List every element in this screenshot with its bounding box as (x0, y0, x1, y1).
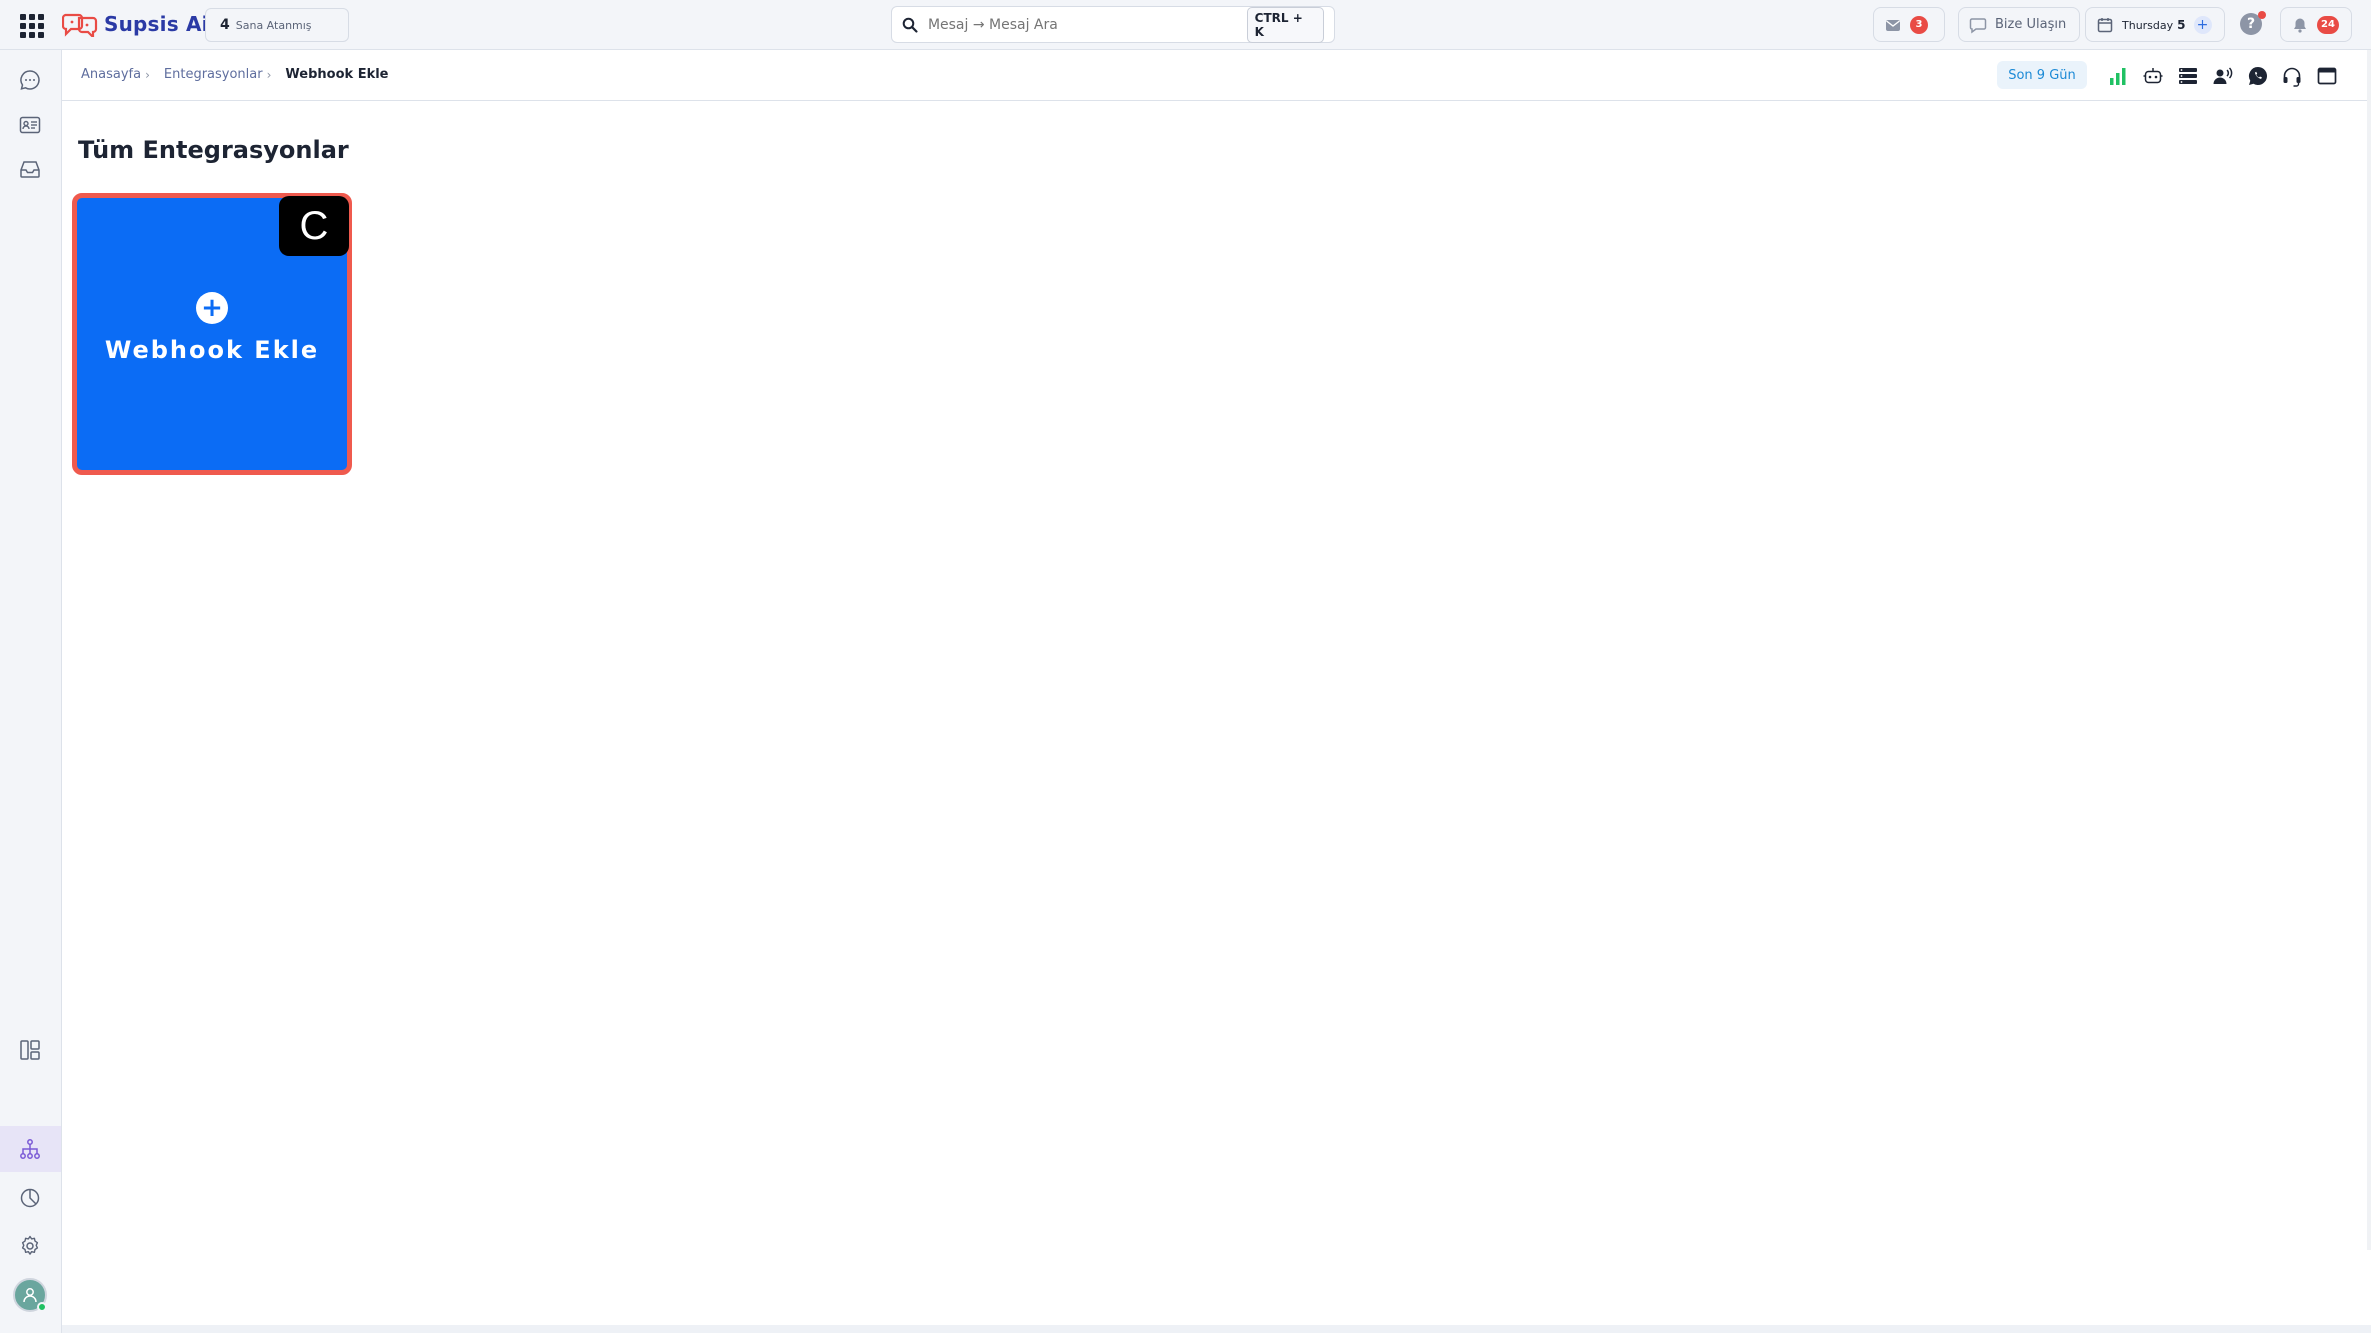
headset-icon (2283, 67, 2301, 87)
bot-button[interactable] (2140, 63, 2166, 89)
messages-button[interactable]: 3 (1873, 7, 1945, 42)
date-range-button[interactable]: Son 9 Gün (1997, 61, 2087, 89)
breadcrumb-home[interactable]: Anasayfa (81, 67, 141, 82)
main-content: Anasayfa › Entegrasyonlar › Webhook Ekle… (62, 50, 2371, 1325)
contact-us-label: Bize Ulaşın (1995, 17, 2067, 32)
top-bar: Supsis Ai 4 Sana Atanmış CTRL + K 3 Bize… (0, 0, 2371, 50)
dashboard-icon (20, 1040, 40, 1060)
window-button[interactable] (2314, 63, 2340, 89)
breadcrumb-separator: › (266, 67, 272, 82)
date-label: Thursday 5 (2122, 18, 2186, 32)
sidebar-item-logout[interactable] (15, 1328, 45, 1333)
inbox-icon (20, 161, 40, 178)
breadcrumb-integrations[interactable]: Entegrasyonlar (164, 67, 263, 82)
user-icon (23, 1288, 37, 1303)
user-speaking-icon (2213, 67, 2233, 84)
chat-bubble-icon (1969, 17, 1987, 33)
window-icon (2317, 67, 2337, 85)
assigned-to-me-button[interactable]: 4 Sana Atanmış (205, 8, 349, 42)
help-button[interactable]: ? (2240, 11, 2266, 37)
page-title: Tüm Entegrasyonlar (78, 136, 349, 164)
sidebar-item-settings[interactable] (15, 1231, 45, 1261)
stats-button[interactable] (2105, 63, 2131, 89)
add-webhook-card[interactable]: + Webhook Ekle C (72, 193, 352, 475)
notifications-button[interactable]: 24 (2280, 7, 2352, 42)
user-avatar[interactable] (13, 1278, 47, 1312)
mail-icon (1886, 19, 1900, 31)
contact-card-icon (19, 116, 41, 134)
bottom-strip (62, 1325, 2371, 1333)
sitemap-icon (20, 1139, 40, 1159)
bar-chart-icon (2110, 68, 2126, 85)
assigned-label: Sana Atanmış (235, 18, 312, 32)
logo-icon (62, 13, 98, 37)
sidebar-item-contacts[interactable] (15, 110, 45, 140)
mail-badge: 3 (1910, 15, 1928, 34)
whatsapp-button[interactable] (2245, 63, 2271, 89)
list-icon (2179, 68, 2197, 84)
whatsapp-icon (2248, 66, 2267, 85)
notifications-badge: 24 (2317, 15, 2339, 34)
list-view-button[interactable] (2175, 63, 2201, 89)
keyboard-hint-badge: C (279, 196, 349, 256)
support-button[interactable] (2279, 63, 2305, 89)
plus-icon: + (196, 292, 228, 324)
sidebar-item-integrations[interactable] (15, 1134, 45, 1164)
gear-icon (21, 1235, 39, 1255)
bell-icon (2294, 18, 2306, 33)
calendar-icon (2097, 17, 2113, 32)
add-webhook-label: Webhook Ekle (104, 336, 320, 364)
sidebar-item-inbox[interactable] (15, 154, 45, 184)
agents-button[interactable] (2210, 63, 2236, 89)
scrollbar-track[interactable] (2367, 50, 2371, 1250)
search-box[interactable]: CTRL + K (891, 6, 1335, 43)
sidebar-item-dashboard[interactable] (15, 1035, 45, 1065)
app-grid-icon[interactable] (18, 12, 44, 38)
search-shortcut: CTRL + K (1246, 6, 1324, 43)
sub-toolbar: Anasayfa › Entegrasyonlar › Webhook Ekle… (62, 50, 2371, 101)
search-input[interactable] (927, 16, 1247, 33)
left-sidebar (0, 50, 62, 1333)
breadcrumb-current: Webhook Ekle (285, 67, 389, 82)
day-name: Thursday (2122, 18, 2174, 32)
pie-chart-icon (20, 1188, 40, 1208)
brand-logo[interactable]: Supsis Ai (62, 9, 209, 39)
day-number: 5 (2177, 17, 2186, 32)
sidebar-item-reports[interactable] (15, 1183, 45, 1213)
contact-us-button[interactable]: Bize Ulaşın (1958, 7, 2080, 42)
help-notification-dot (2258, 11, 2266, 19)
chat-icon (20, 70, 40, 90)
robot-icon (2143, 68, 2163, 84)
search-icon (902, 17, 918, 33)
add-event-button[interactable]: + (2193, 15, 2212, 34)
brand-name: Supsis Ai (104, 12, 209, 36)
assigned-count: 4 (220, 17, 230, 33)
sidebar-item-chats[interactable] (15, 65, 45, 95)
date-picker-button[interactable]: Thursday 5 + (2085, 7, 2225, 42)
breadcrumb-separator: › (145, 67, 150, 82)
breadcrumb: Anasayfa › Entegrasyonlar › Webhook Ekle (81, 67, 389, 82)
online-status-dot (37, 1302, 47, 1312)
